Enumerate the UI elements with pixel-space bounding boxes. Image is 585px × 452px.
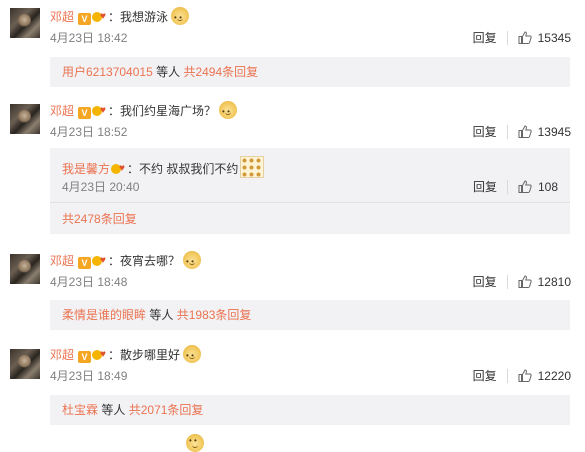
comment-username[interactable]: 邓超 bbox=[50, 10, 74, 24]
thumbs-up-icon[interactable] bbox=[518, 125, 532, 138]
reply-button[interactable]: 回复 bbox=[473, 369, 497, 383]
avatar[interactable] bbox=[10, 349, 40, 379]
doge-emoji-icon bbox=[219, 101, 238, 121]
reply-box: 我是馨方：不约 叔叔我们不约 4月23日 20:40 回复108 共2478条回… bbox=[50, 148, 570, 234]
like-count: 15345 bbox=[537, 31, 571, 45]
member-crown-icon bbox=[111, 160, 127, 178]
total-replies-link[interactable]: 共2071条回复 bbox=[129, 403, 204, 417]
avatar[interactable] bbox=[10, 104, 40, 134]
member-crown-icon bbox=[92, 252, 108, 270]
doge-emoji-icon bbox=[186, 434, 204, 452]
member-crown-icon bbox=[92, 102, 108, 120]
divider bbox=[506, 180, 508, 194]
reply-summary-user[interactable]: 用户6213704015 bbox=[62, 65, 153, 79]
comment-text: 散步哪里好 bbox=[120, 348, 181, 362]
comment-username[interactable]: 邓超 bbox=[50, 254, 74, 268]
and-others-text: 等人 bbox=[101, 403, 126, 417]
sticker-emoji-icon bbox=[240, 156, 265, 178]
reply-button[interactable]: 回复 bbox=[473, 31, 497, 45]
comment-date: 4月23日 18:52 bbox=[50, 125, 128, 139]
verified-v-icon: V bbox=[78, 107, 92, 119]
doge-emoji-icon bbox=[171, 7, 190, 27]
doge-emoji-icon bbox=[183, 345, 202, 365]
total-replies-link[interactable]: 共1983条回复 bbox=[177, 308, 252, 322]
verified-v-icon: V bbox=[78, 257, 92, 269]
comment-text: 我想游泳 bbox=[120, 10, 169, 24]
divider bbox=[506, 275, 508, 289]
thumbs-up-icon[interactable] bbox=[518, 369, 532, 382]
thumbs-up-icon[interactable] bbox=[518, 180, 532, 193]
comment-username[interactable]: 邓超 bbox=[50, 348, 74, 362]
comment-date: 4月23日 18:49 bbox=[50, 369, 128, 383]
member-crown-icon bbox=[92, 8, 108, 26]
comment-text: 我们约星海广场？ bbox=[120, 104, 217, 118]
and-others-text: 等人 bbox=[156, 65, 181, 79]
thumbs-up-icon[interactable] bbox=[518, 275, 532, 288]
verified-v-icon: V bbox=[78, 13, 92, 25]
reply-summary-box: 柔情是谁的眼眸 等人 共1983条回复 bbox=[50, 300, 570, 330]
reply-button[interactable]: 回复 bbox=[473, 275, 497, 289]
total-replies-link[interactable]: 共2494条回复 bbox=[183, 65, 258, 79]
reply-text: 不约 叔叔我们不约 bbox=[139, 162, 239, 176]
avatar[interactable] bbox=[10, 8, 40, 38]
divider bbox=[506, 31, 508, 45]
and-others-text: 等人 bbox=[149, 308, 174, 322]
total-replies-link[interactable]: 共2478条回复 bbox=[62, 212, 137, 226]
comment-username[interactable]: 邓超 bbox=[50, 104, 74, 118]
avatar[interactable] bbox=[10, 254, 40, 284]
reply-summary-box: 用户6213704015 等人 共2494条回复 bbox=[50, 57, 570, 87]
thumbs-up-icon[interactable] bbox=[518, 31, 532, 44]
comment-date: 4月23日 18:42 bbox=[50, 31, 128, 45]
divider bbox=[50, 202, 570, 203]
reply-username[interactable]: 我是馨方 bbox=[62, 162, 110, 176]
divider bbox=[506, 369, 508, 383]
verified-v-icon: V bbox=[78, 351, 92, 363]
member-crown-icon bbox=[92, 346, 108, 364]
reply-date: 4月23日 20:40 bbox=[62, 180, 140, 194]
divider bbox=[506, 125, 508, 139]
like-count: 13945 bbox=[537, 125, 571, 139]
reply-button[interactable]: 回复 bbox=[473, 125, 497, 139]
like-count: 12220 bbox=[537, 369, 571, 383]
like-count: 108 bbox=[537, 180, 558, 194]
comment-text: 夜宵去哪？ bbox=[120, 254, 181, 268]
doge-emoji-icon bbox=[183, 251, 202, 271]
comment-date: 4月23日 18:48 bbox=[50, 275, 128, 289]
reply-summary-user[interactable]: 柔情是谁的眼眸 bbox=[62, 308, 146, 322]
reply-summary-user[interactable]: 杜宝霖 bbox=[62, 403, 98, 417]
like-count: 12810 bbox=[537, 275, 571, 289]
reply-button[interactable]: 回复 bbox=[473, 180, 497, 194]
reply-summary-box: 杜宝霖 等人 共2071条回复 bbox=[50, 395, 570, 425]
